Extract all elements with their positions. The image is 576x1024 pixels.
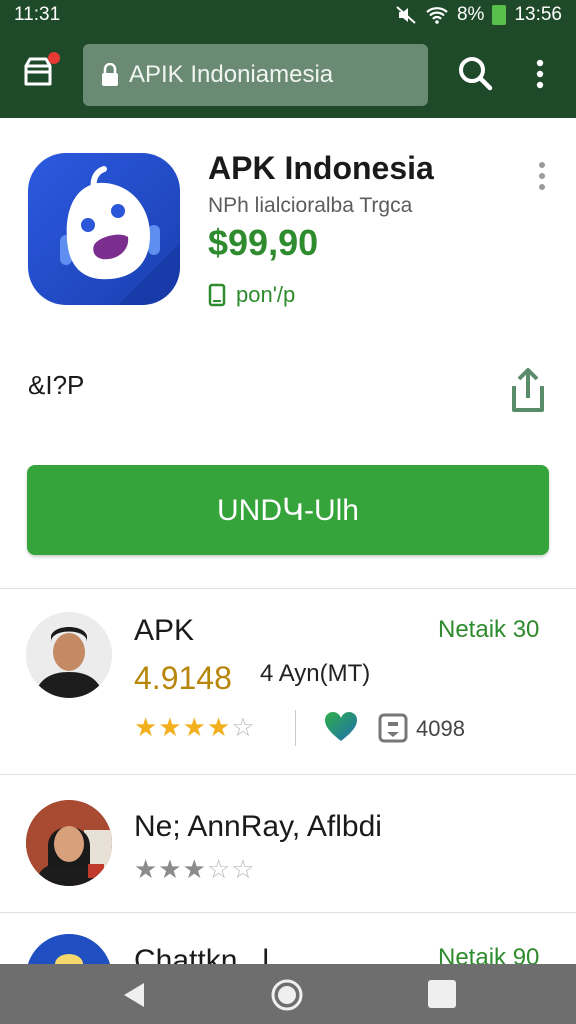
- battery-icon: [492, 5, 507, 25]
- more-vert-icon: [536, 59, 544, 89]
- robot-icon: [60, 166, 180, 305]
- app-developer[interactable]: NPh lialcioralba Trgca: [208, 194, 412, 218]
- star-rating: ★★★☆☆: [134, 854, 256, 885]
- wifi-icon: [426, 7, 448, 24]
- app-more-button[interactable]: [530, 158, 554, 194]
- star-empty-icon: ☆☆: [206, 854, 256, 884]
- install-button[interactable]: UNDԿ-Ulh: [27, 465, 549, 555]
- store-home-button[interactable]: [20, 52, 60, 94]
- app-price: $99,90: [208, 222, 319, 263]
- more-vert-icon: [539, 162, 545, 190]
- url-text: APIK Indoniamesia: [129, 61, 334, 88]
- notification-dot: [48, 52, 60, 64]
- back-button[interactable]: [120, 980, 150, 1010]
- person-avatar-icon: [26, 800, 112, 886]
- battery-percent: 8%: [456, 4, 485, 25]
- separator: [295, 710, 296, 746]
- review-score: 4.9148: [134, 660, 232, 696]
- reviewer-name: APK: [134, 614, 195, 647]
- app-meta-label: pon'/p: [236, 282, 296, 307]
- top-app-bar: APIK Indoniamesia: [0, 30, 576, 118]
- divider: [0, 912, 576, 913]
- device-icon: [208, 283, 226, 307]
- mute-icon: [396, 6, 416, 24]
- reviewer-name: Ne; AnnRay, Aflbdi: [134, 810, 382, 843]
- star-icon: ★★★: [134, 854, 207, 884]
- review-tag: Netaik 30: [438, 616, 540, 643]
- divider: [0, 588, 576, 589]
- person-avatar-icon: [26, 612, 112, 698]
- review-age: 4 Ayn(MT): [260, 660, 371, 687]
- share-icon: [512, 368, 544, 412]
- recents-button[interactable]: [428, 980, 456, 1008]
- divider: [0, 774, 576, 775]
- back-icon: [124, 983, 144, 1007]
- comment-count: 4098: [416, 716, 465, 741]
- share-button[interactable]: [504, 364, 552, 416]
- message-icon: [378, 713, 408, 743]
- app-meta: pon'/p: [208, 282, 295, 308]
- system-nav-bar: [0, 964, 576, 1024]
- search-icon: [459, 57, 493, 91]
- status-bar: 11:31 8% 13:56: [0, 0, 576, 30]
- heart-icon: [325, 712, 357, 741]
- home-icon: [271, 979, 303, 1011]
- home-button[interactable]: [270, 978, 304, 1012]
- app-tag: &I?P: [28, 370, 85, 400]
- status-time: 11:31: [14, 4, 61, 25]
- like-button[interactable]: [324, 712, 358, 742]
- app-icon: [28, 153, 180, 305]
- url-bar[interactable]: APIK Indoniamesia: [83, 44, 428, 106]
- overflow-menu-button[interactable]: [526, 54, 554, 94]
- star-rating: ★★★★☆: [134, 712, 256, 743]
- avatar[interactable]: [26, 800, 112, 886]
- star-icon: ★★★★: [134, 712, 232, 742]
- app-title: APK Indonesia: [208, 150, 434, 186]
- search-button[interactable]: [456, 54, 496, 94]
- star-empty-icon: ☆: [231, 712, 256, 742]
- lock-icon: [102, 63, 118, 86]
- comments-button[interactable]: [378, 713, 408, 743]
- status-clock: 13:56: [514, 4, 562, 25]
- avatar[interactable]: [26, 612, 112, 698]
